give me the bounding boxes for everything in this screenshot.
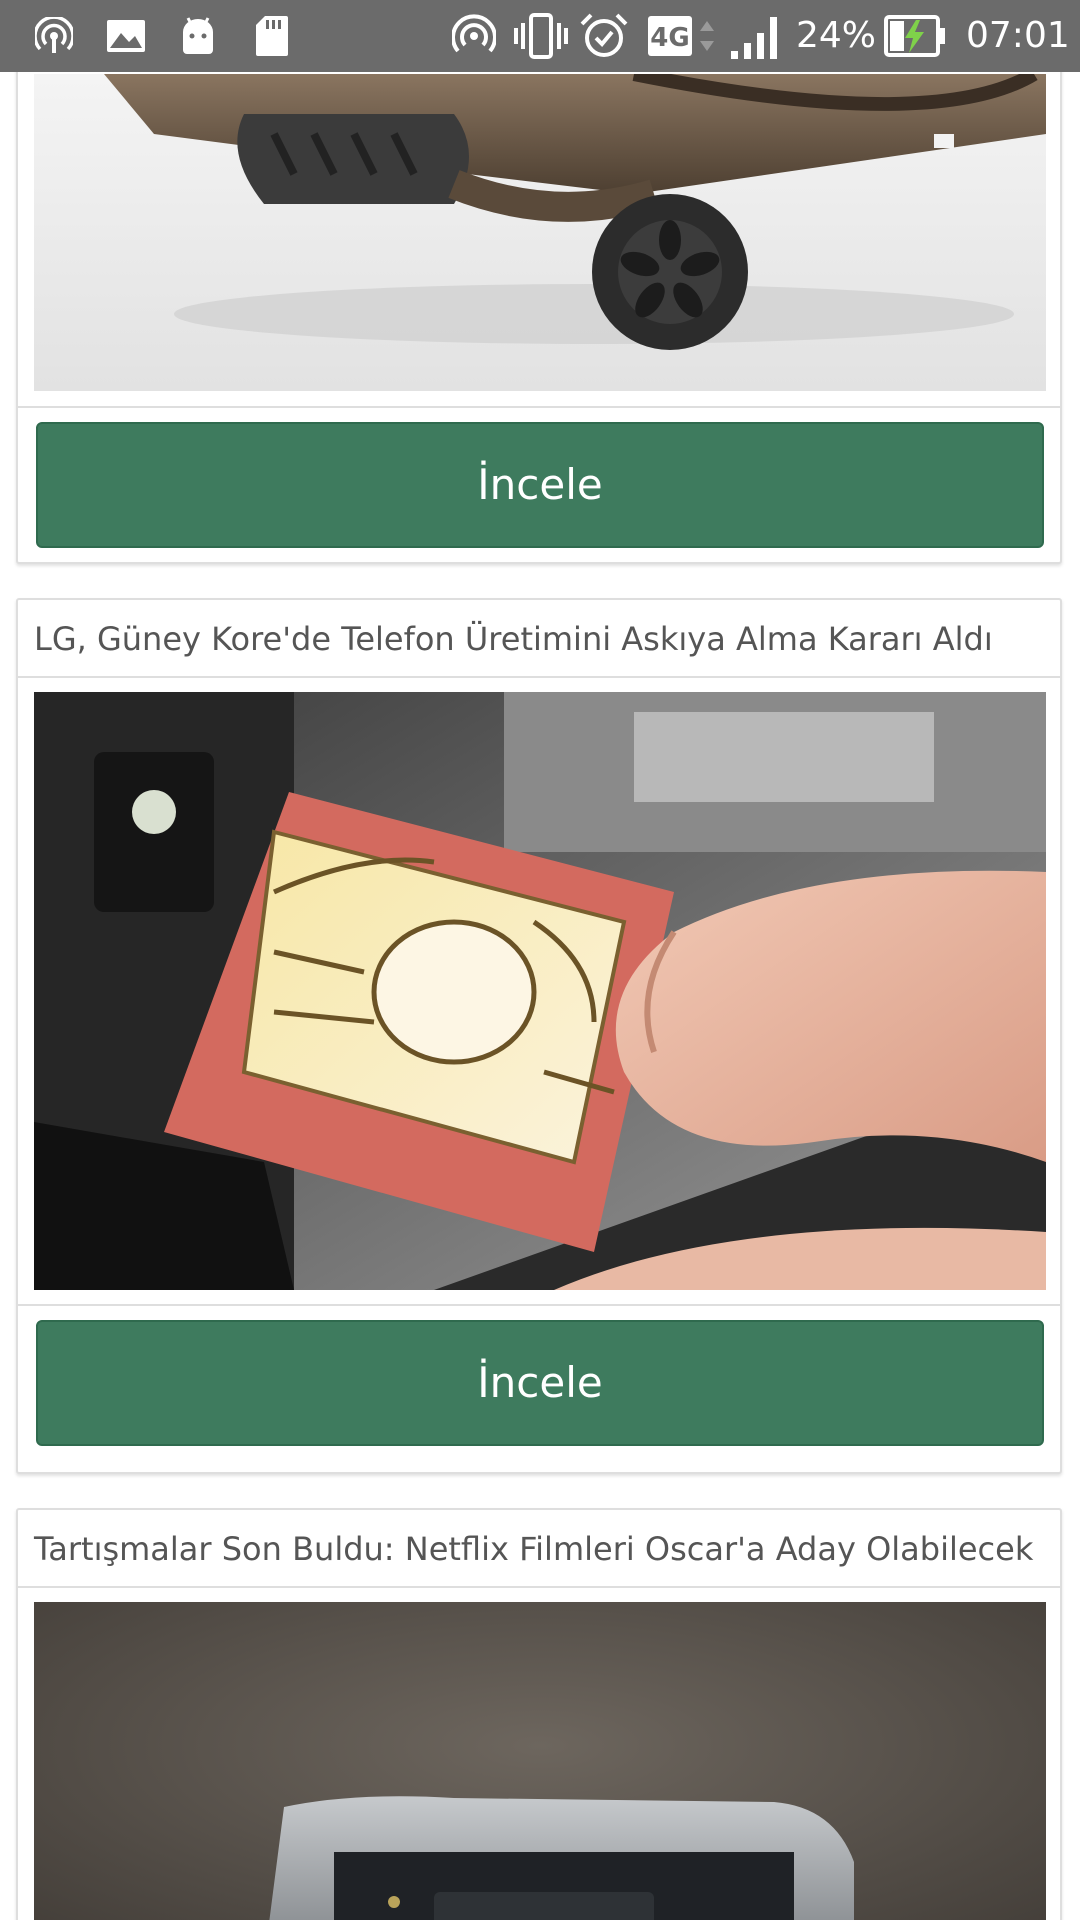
battery-percent: 24% <box>796 15 877 56</box>
network-4g-icon: 4G <box>648 14 720 58</box>
sd-card-icon <box>250 14 294 58</box>
divider <box>18 1304 1060 1306</box>
hotspot-icon <box>34 14 74 58</box>
android-icon <box>176 14 220 58</box>
news-feed[interactable]: İncele LG, Güney Kore'de Telefon Üretimi… <box>0 72 1080 1920</box>
gallery-icon <box>104 14 148 58</box>
hotspot-icon <box>450 14 498 58</box>
battery-charging-icon <box>884 14 946 58</box>
news-card: Tartışmalar Son Buldu: Netflix Filmleri … <box>16 1508 1062 1920</box>
status-bar: 4G 24% 07:01 <box>0 0 1080 72</box>
incele-button[interactable]: İncele <box>36 422 1044 548</box>
svg-text:4G: 4G <box>650 23 689 53</box>
device-photo[interactable] <box>34 1602 1046 1920</box>
clock: 07:01 <box>966 15 1070 56</box>
scooter-photo[interactable] <box>34 74 1046 391</box>
news-card: LG, Güney Kore'de Telefon Üretimini Askı… <box>16 598 1062 1474</box>
signal-icon <box>728 14 786 59</box>
news-title[interactable]: Tartışmalar Son Buldu: Netflix Filmleri … <box>18 1510 1060 1588</box>
sim-card-photo[interactable] <box>34 692 1046 1290</box>
news-title[interactable]: LG, Güney Kore'de Telefon Üretimini Askı… <box>18 600 1060 678</box>
news-card: İncele <box>16 72 1062 564</box>
vibrate-icon <box>512 13 570 59</box>
divider <box>18 406 1060 408</box>
alarm-icon <box>578 13 630 58</box>
incele-button[interactable]: İncele <box>36 1320 1044 1446</box>
